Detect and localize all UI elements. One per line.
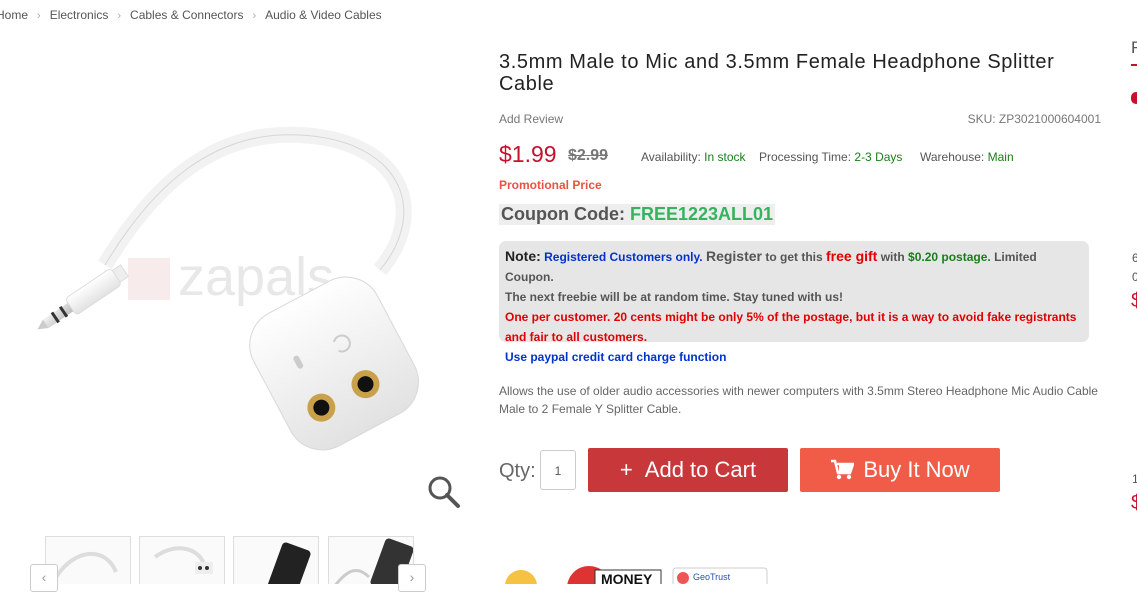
right-column-text-1: 6 (1132, 251, 1137, 265)
next-freebie-text: The next freebie will be at random time.… (505, 290, 844, 304)
breadcrumb-cables-connectors[interactable]: Cables & Connectors (130, 8, 243, 22)
right-column-text-3: 1 (1132, 472, 1137, 486)
breadcrumb: Home › Electronics › Cables & Connectors › Aud… (0, 8, 382, 22)
old-price: $2.99 (568, 147, 609, 164)
right-column-dot (1131, 92, 1137, 104)
thumbnail-3[interactable] (233, 536, 319, 584)
note-label: Note: (505, 248, 541, 264)
current-price: $1.99 (499, 141, 557, 167)
trust-badges: MONEY GeoTrust (505, 566, 768, 584)
warehouse: Warehouse: Main (920, 150, 1014, 164)
one-per-customer-text: One per customer. 20 cents might be only… (505, 310, 1077, 344)
warehouse-label: Warehouse: (920, 150, 985, 164)
product-description: Allows the use of older audio accessorie… (499, 384, 1098, 416)
breadcrumb-electronics[interactable]: Electronics (50, 8, 109, 22)
processing-time: Processing Time: 2-3 Days (759, 150, 902, 164)
availability: Availability: In stock (641, 150, 746, 164)
coupon-code: Coupon Code: FREE1223ALL01 (499, 204, 776, 225)
warehouse-value: Main (987, 150, 1014, 164)
chevron-right-icon: › (117, 10, 122, 22)
availability-label: Availability: (641, 150, 701, 164)
processing-label: Processing Time: (759, 150, 852, 164)
arrow-left-icon[interactable]: ‹ (30, 564, 58, 592)
right-column-underline (1131, 64, 1137, 66)
product-main-image[interactable]: zapals (0, 40, 490, 520)
plus-icon: + (619, 457, 633, 482)
product-title: 3.5mm Male to Mic and 3.5mm Female Headp… (499, 51, 1055, 95)
coupon-label: Coupon Code: (501, 204, 625, 224)
paypal-link[interactable]: Use paypal credit card charge function (505, 347, 1083, 367)
buy-now-button[interactable]: Buy It Now (800, 448, 1000, 492)
money-badge-text: MONEY (601, 571, 653, 584)
thumbnail-2[interactable] (139, 536, 225, 584)
to-get-text: to get this (765, 250, 823, 264)
right-column-price-2: $ (1131, 492, 1137, 514)
breadcrumb-home[interactable]: Home (0, 8, 28, 22)
add-to-cart-button[interactable]: + Add to Cart (588, 448, 788, 492)
with-text: with (880, 250, 905, 264)
note-box: Note: Registered Customers only. Registe… (499, 241, 1089, 364)
coupon-value: FREE1223ALL01 (630, 204, 774, 224)
chevron-right-icon: › (37, 10, 41, 22)
add-to-cart-label: Add to Cart (644, 457, 757, 482)
processing-value: 2-3 Days (854, 150, 903, 164)
postage-text: $0.20 postage. (908, 250, 991, 264)
availability-value: In stock (704, 150, 746, 164)
buy-now-label: Buy It Now (863, 457, 970, 482)
promotional-price-label: Promotional Price (499, 178, 602, 192)
cart-icon (831, 459, 855, 480)
breadcrumb-audio-video-cables[interactable]: Audio & Video Cables (265, 8, 382, 22)
register-link[interactable]: Register (706, 248, 762, 264)
arrow-right-icon[interactable]: › (398, 564, 426, 592)
gold-badge-icon (505, 570, 537, 584)
qty-input[interactable]: 1 (540, 450, 576, 490)
qty-label: Qty: (499, 460, 536, 482)
sku-text: SKU: ZP3021000604001 (967, 112, 1101, 126)
geotrust-text: GeoTrust (693, 572, 731, 582)
right-column-price-1: $ (1131, 290, 1137, 312)
magnifier-icon[interactable] (426, 474, 462, 510)
right-column-letter: F (1131, 38, 1137, 57)
thumbnail-strip (30, 536, 430, 584)
chevron-right-icon: › (252, 10, 257, 22)
registered-customers-text: Registered Customers only. (544, 250, 703, 264)
free-gift-text: free gift (826, 248, 878, 264)
right-column-text-2: 0 (1132, 270, 1137, 284)
add-review-link[interactable]: Add Review (499, 112, 563, 126)
